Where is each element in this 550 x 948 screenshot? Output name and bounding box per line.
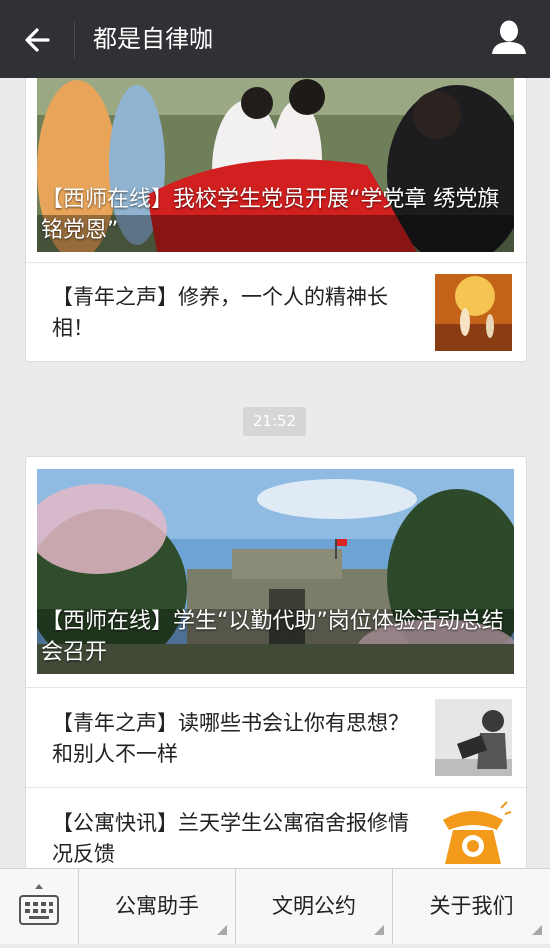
submenu-indicator-icon <box>374 925 384 935</box>
article-card: 【西师在线】我校学生党员开展“学党章 绣党旗 铭党恩” 【青年之声】修养，一个人… <box>25 78 527 362</box>
page-title: 都是自律咖 <box>93 25 213 53</box>
item-thumbnail <box>435 798 512 868</box>
item-title: 【公寓快讯】兰天学生公寓宿舍报修情况反馈 <box>52 811 409 866</box>
menu-label: 公寓助手 <box>115 894 199 918</box>
arrow-left-icon <box>25 28 50 52</box>
back-button[interactable] <box>18 20 58 60</box>
menu-item-about-us[interactable]: 关于我们 <box>393 869 550 944</box>
bottom-menu: 公寓助手 文明公约 关于我们 <box>0 868 550 944</box>
hero-article[interactable]: 【西师在线】学生“以勤代助”岗位体验活动总结会召开 <box>37 469 514 674</box>
list-item[interactable]: 【青年之声】读哪些书会让你有思想？和别人不一样 <box>26 687 526 788</box>
list-item[interactable]: 【青年之声】修养，一个人的精神长相！ <box>26 262 526 361</box>
item-title: 【青年之声】修养，一个人的精神长相！ <box>52 285 388 340</box>
top-bar: 都是自律咖 <box>0 0 550 78</box>
menu-item-civility-pact[interactable]: 文明公约 <box>236 869 393 944</box>
profile-button[interactable] <box>490 18 528 58</box>
person-icon <box>492 20 526 54</box>
submenu-indicator-icon <box>532 925 542 935</box>
telephone-icon <box>435 798 512 868</box>
keyboard-toggle-button[interactable] <box>0 869 79 944</box>
list-item[interactable]: 【公寓快讯】兰天学生公寓宿舍报修情况反馈 <box>26 787 526 868</box>
item-title: 【青年之声】读哪些书会让你有思想？和别人不一样 <box>52 711 409 766</box>
menu-label: 文明公约 <box>272 894 356 918</box>
hero-caption: 【西师在线】学生“以勤代助”岗位体验活动总结会召开 <box>41 609 504 665</box>
hero-caption: 【西师在线】我校学生党员开展“学党章 绣党旗 铭党恩” <box>41 187 500 243</box>
header-divider <box>74 22 75 58</box>
keyboard-icon <box>19 884 59 925</box>
thumbnail-image <box>435 274 512 351</box>
message-feed[interactable]: 【西师在线】我校学生党员开展“学党章 绣党旗 铭党恩” 【青年之声】修养，一个人… <box>0 78 550 868</box>
hero-article[interactable]: 【西师在线】我校学生党员开展“学党章 绣党旗 铭党恩” <box>37 78 514 252</box>
item-thumbnail <box>435 699 512 776</box>
item-thumbnail <box>435 274 512 351</box>
menu-label: 关于我们 <box>429 894 514 918</box>
thumbnail-image <box>435 699 512 776</box>
menu-item-apartment-assistant[interactable]: 公寓助手 <box>79 869 236 944</box>
timestamp-badge: 21:52 <box>243 407 306 436</box>
submenu-indicator-icon <box>217 925 227 935</box>
article-card: 【西师在线】学生“以勤代助”岗位体验活动总结会召开 【青年之声】读哪些书会让你有… <box>25 456 527 868</box>
